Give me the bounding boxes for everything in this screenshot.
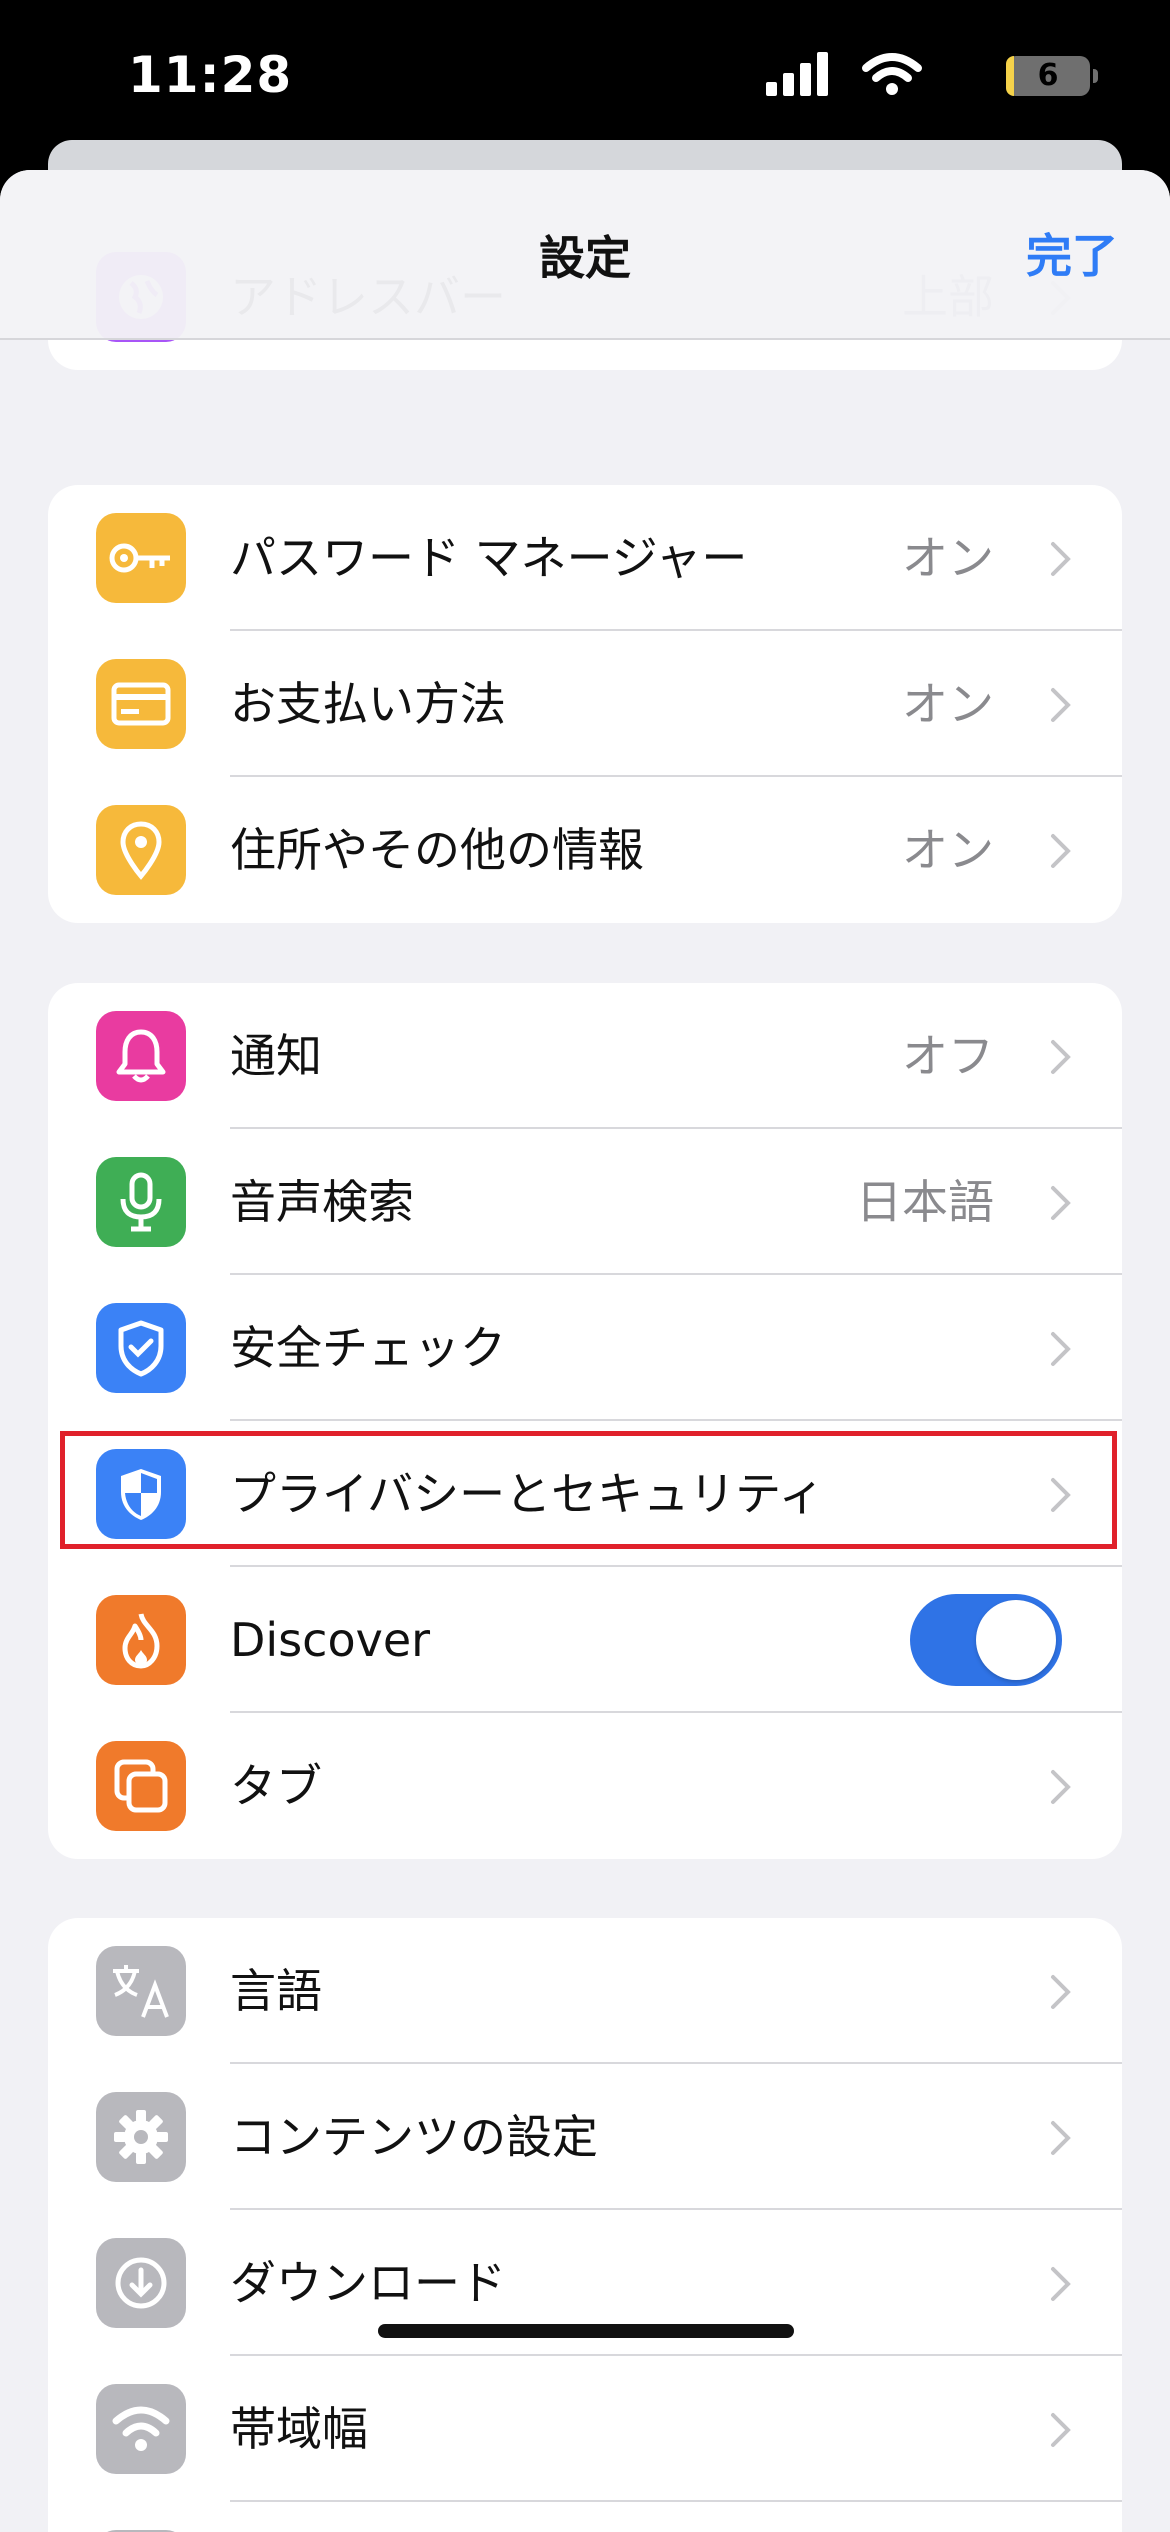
row-label: Discover — [230, 1613, 431, 1667]
row-password-manager[interactable]: パスワード マネージャー オン — [48, 485, 1122, 631]
page-title: 設定 — [539, 231, 631, 285]
row-label: 帯域幅 — [230, 2402, 368, 2456]
row-value: オン — [902, 823, 994, 877]
gear-icon — [114, 2110, 168, 2164]
row-label: お支払い方法 — [230, 677, 506, 731]
row-content-settings[interactable]: コンテンツの設定 — [48, 2064, 1122, 2210]
microphone-icon — [120, 1172, 162, 1232]
row-discover: Discover — [48, 1567, 1122, 1713]
settings-group-autofill: パスワード マネージャー オン お支払い方法 オン 住所やその他の情報 オン — [48, 485, 1122, 923]
row-safety-check[interactable]: 安全チェック — [48, 1275, 1122, 1421]
navigation-bar: 設定 完了 — [0, 170, 1170, 340]
settings-group-advanced: 言語 コンテンツの設定 ダウンロード 帯域幅 — [48, 1918, 1122, 2532]
chevron-right-icon — [1051, 1770, 1071, 1804]
translate-icon — [113, 1965, 169, 2018]
chevron-right-icon — [1051, 2121, 1071, 2155]
row-value: 日本語 — [856, 1175, 994, 1229]
shield-check-icon — [118, 1320, 164, 1377]
row-label: コンテンツの設定 — [230, 2110, 598, 2164]
row-partial — [48, 2502, 1122, 2532]
shield-half-icon — [121, 1469, 161, 1520]
row-addresses[interactable]: 住所やその他の情報 オン — [48, 777, 1122, 923]
discover-toggle[interactable] — [910, 1594, 1062, 1686]
bell-icon — [116, 1029, 166, 1083]
settings-group-general: 通知 オフ 音声検索 日本語 安全チェック プライバシーとセキュリティ Disc… — [48, 983, 1122, 1859]
row-label: 音声検索 — [230, 1175, 414, 1229]
wifi-status-icon — [862, 53, 922, 95]
row-label: 住所やその他の情報 — [230, 823, 644, 877]
status-time: 11:28 — [128, 46, 293, 104]
chevron-right-icon — [1051, 1040, 1071, 1074]
row-label: タブ — [230, 1759, 322, 1813]
chevron-right-icon — [1051, 1975, 1071, 2009]
done-button[interactable]: 完了 — [1026, 220, 1118, 286]
row-label: 通知 — [230, 1029, 322, 1083]
row-label: パスワード マネージャー — [230, 531, 748, 585]
row-privacy-security[interactable]: プライバシーとセキュリティ — [48, 1421, 1122, 1567]
chevron-right-icon — [1051, 542, 1071, 576]
chevron-right-icon — [1051, 2267, 1071, 2301]
chevron-right-icon — [1051, 2413, 1071, 2447]
home-indicator — [378, 2324, 794, 2338]
key-icon — [109, 543, 170, 573]
chevron-right-icon — [1051, 688, 1071, 722]
row-notifications[interactable]: 通知 オフ — [48, 983, 1122, 1129]
row-tabs[interactable]: タブ — [48, 1713, 1122, 1859]
battery-indicator: 6 — [1006, 56, 1098, 96]
location-pin-icon — [120, 821, 162, 880]
toggle-knob — [976, 1600, 1056, 1680]
status-bar: 11:28 6 — [0, 0, 1170, 150]
credit-card-icon — [111, 682, 171, 726]
row-label: 安全チェック — [230, 1321, 506, 1375]
row-language[interactable]: 言語 — [48, 1918, 1122, 2064]
download-icon — [115, 2257, 167, 2309]
tabs-icon — [114, 1759, 168, 1813]
row-label: プライバシーとセキュリティ — [230, 1467, 825, 1521]
row-payment-methods[interactable]: お支払い方法 オン — [48, 631, 1122, 777]
wifi-icon — [112, 2406, 170, 2451]
chevron-right-icon — [1051, 834, 1071, 868]
row-value: オン — [902, 677, 994, 731]
row-value: オン — [902, 531, 994, 585]
row-value: オフ — [902, 1029, 994, 1083]
row-bandwidth[interactable]: 帯域幅 — [48, 2356, 1122, 2502]
chevron-right-icon — [1051, 1478, 1071, 1512]
chevron-right-icon — [1051, 1332, 1071, 1366]
chevron-right-icon — [1051, 1186, 1071, 1220]
cellular-signal-icon — [766, 52, 828, 96]
row-label: 言語 — [230, 1964, 322, 2018]
row-voice-search[interactable]: 音声検索 日本語 — [48, 1129, 1122, 1275]
settings-sheet: 設定 完了 アドレスバー 上部 パスワード マネージャー オン — [0, 170, 1170, 2532]
flame-icon — [122, 1613, 160, 1669]
